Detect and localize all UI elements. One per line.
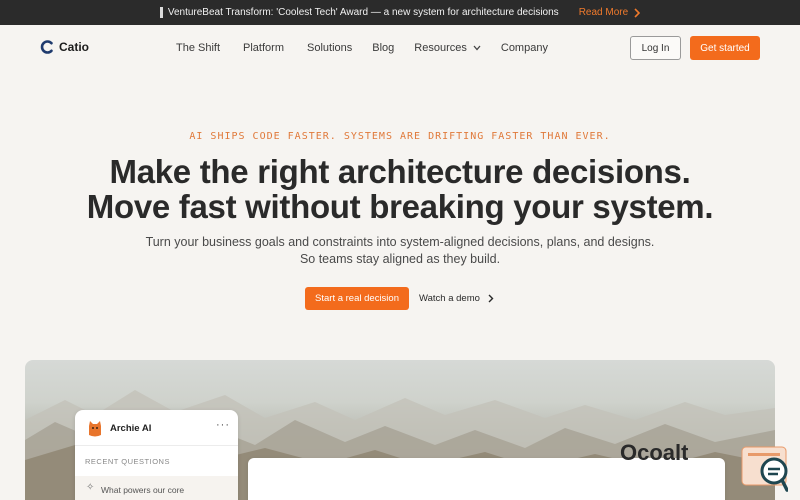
hero-subtitle: Turn your business goals and constraints… [0, 234, 800, 268]
hero-subtitle-line2: So teams stay aligned as they build. [299, 252, 501, 266]
hero-headline: Make the right architecture decisions. M… [0, 154, 800, 224]
hero-headline-line2: Move fast without breaking your system. [86, 188, 714, 225]
chat-title: Archie AI [110, 423, 152, 434]
nav-link-company[interactable]: Company [501, 42, 548, 54]
get-started-button[interactable]: Get started [690, 36, 760, 60]
recent-question-text: What powers our core [101, 485, 185, 495]
product-preview-card [248, 458, 725, 500]
more-options-icon[interactable]: ··· [216, 419, 230, 431]
announcement-marker [159, 7, 163, 18]
hero-eyebrow: AI SHIPS CODE FASTER. SYSTEMS ARE DRIFTI… [189, 131, 611, 142]
top-nav: Catio The Shift Platform Solutions Blog … [0, 25, 800, 71]
watch-demo-link[interactable]: Watch a demo [419, 287, 494, 310]
nav-link-the-shift[interactable]: The Shift [176, 42, 220, 54]
nav-link-resources[interactable]: Resources [414, 42, 481, 54]
search-chat-icon[interactable] [740, 445, 788, 493]
announcement-text: VentureBeat Transform: 'Coolest Tech' Aw… [167, 7, 559, 18]
chevron-right-icon [634, 7, 641, 18]
hero-headline-line1: Make the right architecture decisions. [109, 153, 691, 190]
nav-links: The Shift Platform Solutions Blog Resour… [176, 42, 548, 54]
start-decision-button[interactable]: Start a real decision [305, 287, 409, 310]
chevron-down-icon [473, 45, 481, 51]
catio-logo[interactable]: Catio [40, 40, 89, 54]
catio-logo-icon [40, 40, 53, 54]
chat-header: Archie AI ··· [75, 410, 238, 446]
nav-link-blog[interactable]: Blog [372, 42, 394, 54]
hero-subtitle-line1: Turn your business goals and constraints… [145, 235, 655, 249]
recent-question-item[interactable]: ✧ What powers our core [75, 476, 238, 500]
nav-link-platform[interactable]: Platform [243, 42, 284, 54]
recent-questions-label: RECENT QUESTIONS [85, 457, 170, 466]
nav-link-resources-label: Resources [414, 42, 467, 54]
login-button[interactable]: Log In [630, 36, 681, 60]
watch-demo-label: Watch a demo [419, 293, 480, 304]
preview-heading: Ocoalt [620, 440, 689, 462]
sparkle-icon: ✧ [86, 482, 95, 493]
archie-chat-card: Archie AI ··· RECENT QUESTIONS ✧ What po… [75, 410, 238, 500]
read-more-link[interactable]: Read More [578, 7, 641, 18]
read-more-label: Read More [578, 7, 629, 18]
nav-link-solutions[interactable]: Solutions [307, 42, 352, 54]
cat-avatar-icon [89, 421, 101, 437]
chevron-right-icon [488, 294, 494, 303]
announcement-bar: VentureBeat Transform: 'Coolest Tech' Aw… [0, 0, 800, 25]
brand-name: Catio [59, 40, 89, 54]
